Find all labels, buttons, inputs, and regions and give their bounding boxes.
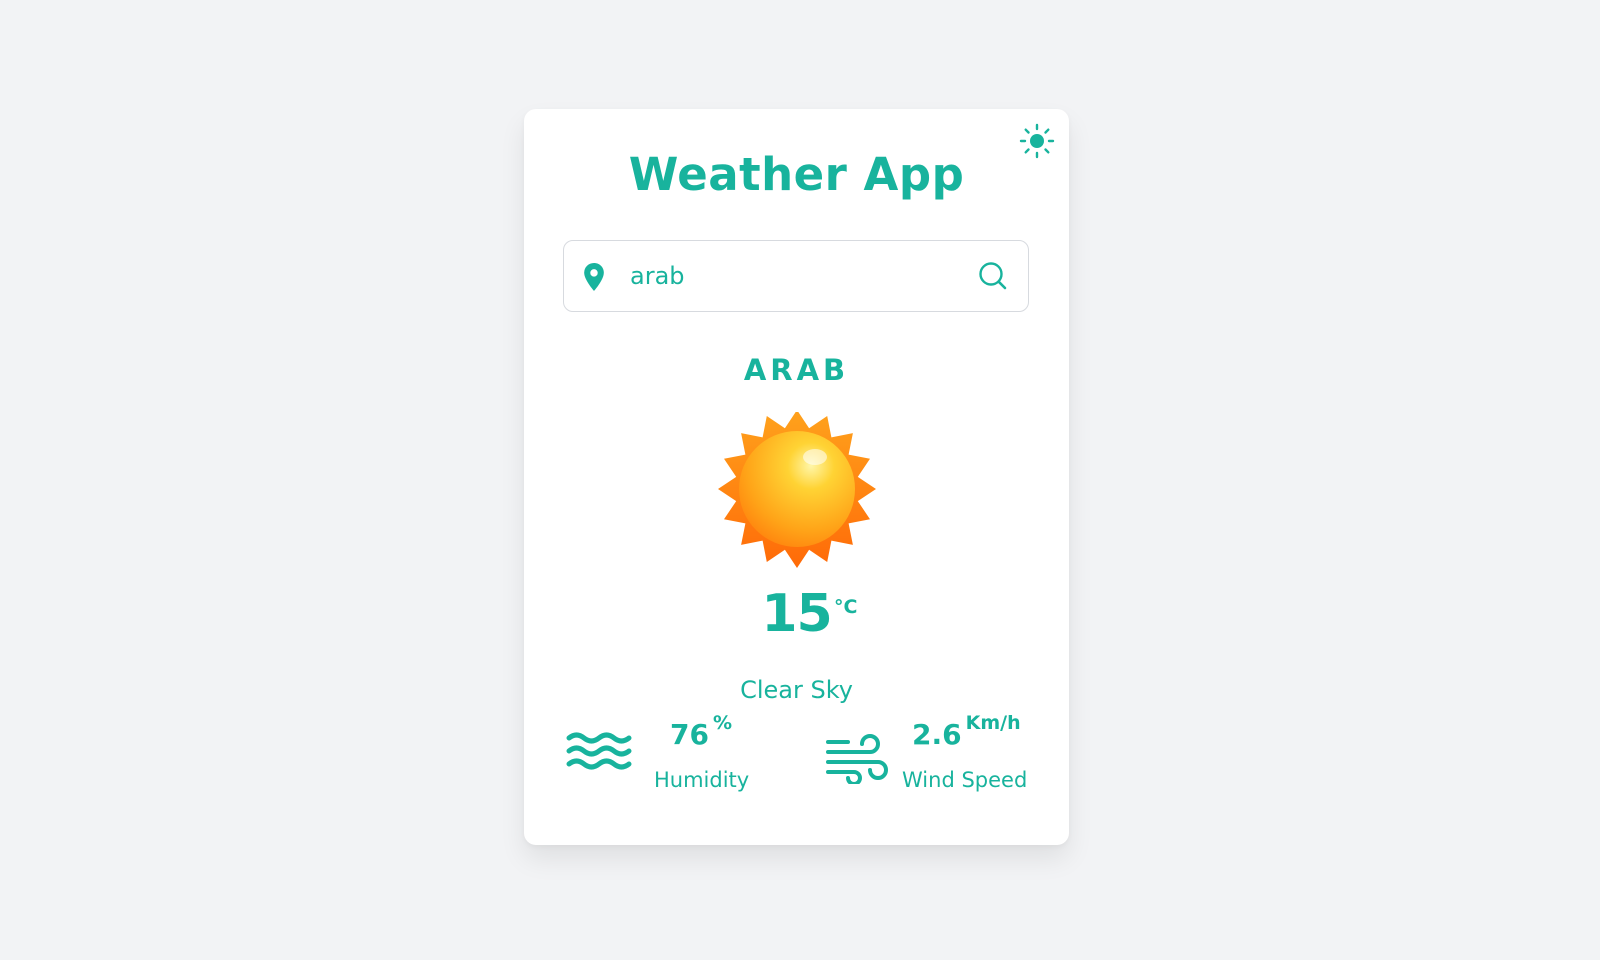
weather-description: Clear Sky bbox=[740, 676, 853, 704]
temperature-unit: °C bbox=[834, 596, 858, 618]
sun-highlight bbox=[803, 449, 827, 465]
search-icon[interactable] bbox=[976, 259, 1010, 293]
wind-stat: 2.6 Km/h Wind Speed bbox=[826, 712, 1046, 798]
wind-unit: Km/h bbox=[965, 712, 1021, 734]
wind-icon bbox=[826, 734, 888, 784]
humidity-unit: % bbox=[712, 712, 733, 734]
temperature: 15 °C bbox=[524, 584, 1069, 644]
wind-value: 2.6 Km/h bbox=[912, 712, 1021, 751]
city-search-input[interactable] bbox=[630, 258, 950, 294]
sun-disc bbox=[739, 431, 855, 547]
location-pin-icon bbox=[584, 263, 604, 291]
humidity-value: 76% bbox=[670, 712, 733, 751]
sun-weather-icon bbox=[718, 412, 876, 568]
temperature-value: 15 bbox=[761, 584, 832, 644]
search-bar bbox=[563, 240, 1029, 312]
city-name: ARAB bbox=[743, 353, 850, 387]
humidity-label: Humidity bbox=[654, 768, 750, 792]
humidity-stat: 76% Humidity bbox=[566, 712, 776, 798]
wind-label: Wind Speed bbox=[902, 768, 1028, 792]
waves-icon bbox=[566, 732, 632, 770]
app-title: Weather App bbox=[628, 148, 965, 201]
weather-card: Weather App ARAB bbox=[524, 109, 1069, 845]
